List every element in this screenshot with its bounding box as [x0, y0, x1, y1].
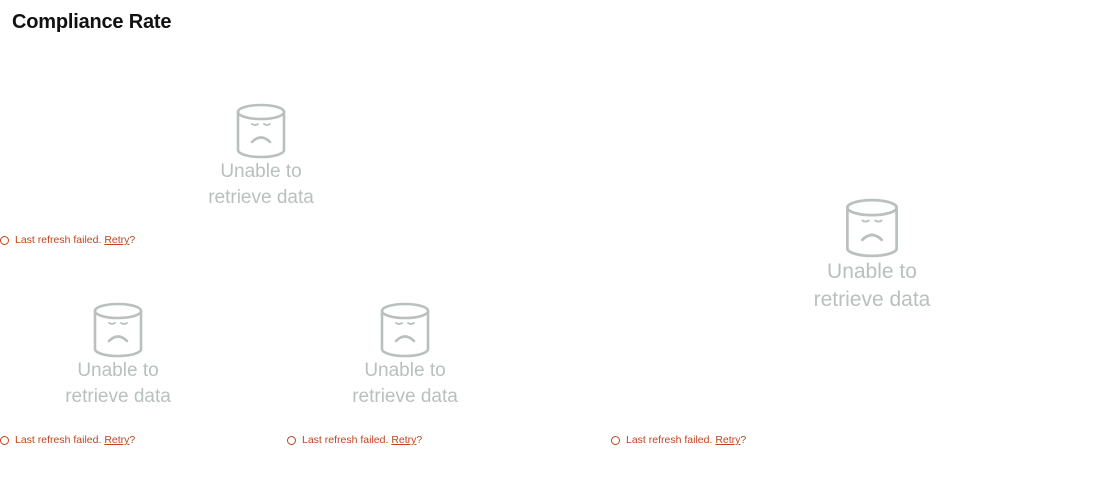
warning-circle-icon: [287, 435, 296, 445]
retry-link[interactable]: Retry: [715, 434, 740, 446]
sad-database-icon: [379, 302, 431, 358]
page-title: Compliance Rate: [12, 11, 172, 33]
sad-database-icon: [92, 302, 144, 358]
warning-circle-icon: [0, 235, 9, 245]
error-message: Unable to retrieve data: [65, 360, 171, 407]
refresh-status: Last refresh failed. Retry?: [0, 434, 135, 446]
sad-database-icon: [844, 198, 900, 258]
sad-database-icon: [235, 103, 287, 159]
empty-state: Unable to retrieve data: [191, 103, 331, 211]
retry-link[interactable]: Retry: [104, 234, 129, 246]
refresh-status: Last refresh failed. Retry?: [611, 434, 746, 446]
error-message: Unable to retrieve data: [813, 260, 931, 311]
error-message: Unable to retrieve data: [352, 360, 458, 407]
refresh-status: Last refresh failed. Retry?: [0, 234, 135, 246]
empty-state: Unable to retrieve data: [797, 198, 947, 314]
retry-link[interactable]: Retry: [104, 434, 129, 446]
error-message: Unable to retrieve data: [208, 161, 314, 208]
empty-state: Unable to retrieve data: [48, 302, 188, 410]
refresh-status: Last refresh failed. Retry?: [287, 434, 422, 446]
empty-state: Unable to retrieve data: [335, 302, 475, 410]
warning-circle-icon: [611, 435, 620, 445]
retry-link[interactable]: Retry: [391, 434, 416, 446]
warning-circle-icon: [0, 435, 9, 445]
